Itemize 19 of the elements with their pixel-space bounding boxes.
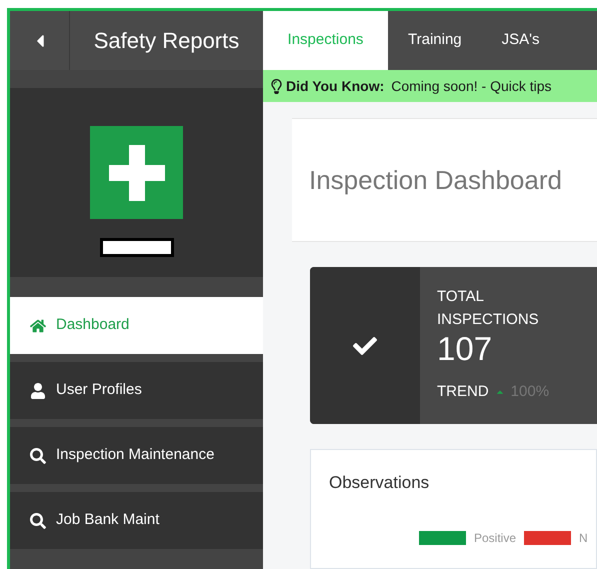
tip-heading: Did You Know:: [286, 76, 384, 96]
app-title: Safety Reports: [92, 27, 240, 55]
user-icon: [30, 382, 46, 398]
trend-label: TREND: [437, 382, 489, 402]
sidebar-item[interactable]: Inspection Maintenance: [10, 427, 263, 484]
legend-label: N: [579, 530, 588, 546]
card-title: Observations: [329, 472, 430, 494]
sidebar-item[interactable]: Job Bank Maint: [10, 492, 263, 549]
stat-label: TOTAL INSPECTIONS: [437, 287, 540, 330]
lightbulb-icon: [271, 78, 282, 94]
sidebar-item[interactable]: User Profiles: [10, 362, 263, 419]
tip-text: Coming soon! - Quick tips: [391, 76, 552, 96]
page-title: Inspection Dashboard: [309, 164, 562, 196]
legend-label: Positive: [474, 530, 516, 546]
home-icon: [30, 318, 46, 334]
stat-value: 107: [437, 331, 494, 367]
logo-icon: [90, 126, 183, 219]
search-icon: [30, 448, 46, 464]
search-icon: [30, 512, 46, 528]
